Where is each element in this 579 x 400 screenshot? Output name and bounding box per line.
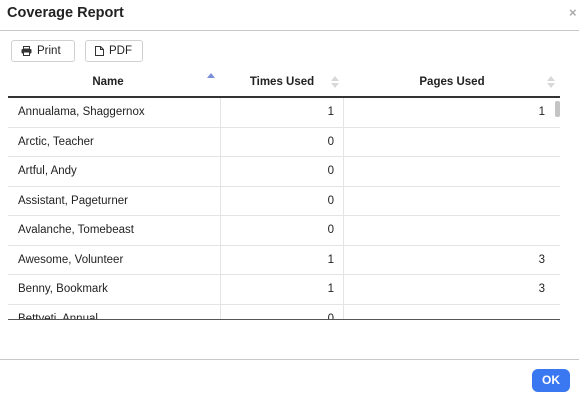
cell-pages-used [344,128,547,157]
cell-pages-used: 3 [538,283,545,295]
print-button[interactable]: Print [11,40,75,62]
column-header-label: Name [92,76,124,88]
table-row[interactable]: Bettyeti, Annual 0 [8,304,560,320]
sort-icon[interactable] [547,76,556,88]
sort-ascending-icon[interactable] [207,73,216,85]
cell-times-used: 1 [221,98,344,127]
cell-name: Arctic, Teacher [8,127,221,157]
cell-times-used: 0 [221,157,344,186]
cell-pages-used: 1 [538,106,545,118]
cell-times-used: 0 [221,186,344,216]
cell-name: Awesome, Volunteer [8,245,221,275]
dialog-title: Coverage Report [7,5,124,21]
cell-times-used: 1 [221,245,344,275]
printer-icon [21,46,32,56]
cell-times-used: 0 [221,127,344,157]
cell-name: Avalanche, Tomebeast [8,216,221,245]
column-header-name[interactable]: Name [8,66,221,98]
close-icon[interactable]: × [569,6,579,20]
cell-pages-used [344,305,547,320]
pdf-button-label: PDF [109,45,132,57]
cell-times-used: 0 [221,304,344,319]
table-row[interactable]: Avalanche, Tomebeast 0 [8,216,560,246]
cell-name: Benny, Bookmark [8,275,221,304]
table-header: Name Times Used Pages Used [8,66,560,98]
column-header-label: Pages Used [419,76,485,88]
cell-pages-used [344,157,547,186]
footer-divider [0,359,579,360]
table-row[interactable]: Assistant, Pageturner 0 [8,186,560,216]
table-scrollbar[interactable] [555,101,560,117]
cell-name: Bettyeti, Annual [8,304,221,319]
cell-times-used: 0 [221,216,344,245]
table-row[interactable]: Annualama, Shaggernox 1 1 [8,98,560,128]
print-button-label: Print [37,45,61,57]
cell-name: Artful, Andy [8,157,221,186]
document-icon [95,46,104,56]
cell-name: Annualama, Shaggernox [8,98,221,127]
cell-pages-used: 3 [538,253,545,266]
table-row[interactable]: Awesome, Volunteer 1 3 [8,245,560,275]
ok-button[interactable]: OK [532,369,570,392]
column-header-pages-used[interactable]: Pages Used [344,66,560,98]
table-row[interactable]: Benny, Bookmark 1 3 [8,275,560,305]
sort-icon[interactable] [331,76,340,88]
table-body[interactable]: Annualama, Shaggernox 1 1 Arctic, Teache… [8,98,560,320]
dialog-title-bar: Coverage Report × [0,0,579,31]
column-header-times-used[interactable]: Times Used [221,66,344,98]
table-row[interactable]: Artful, Andy 0 [8,157,560,187]
cell-pages-used [344,216,547,245]
pdf-button[interactable]: PDF [85,40,143,62]
cell-pages-used [344,187,547,216]
cell-name: Assistant, Pageturner [8,186,221,216]
cell-times-used: 1 [221,275,344,304]
column-header-label: Times Used [249,76,315,88]
table-row[interactable]: Arctic, Teacher 0 [8,127,560,157]
